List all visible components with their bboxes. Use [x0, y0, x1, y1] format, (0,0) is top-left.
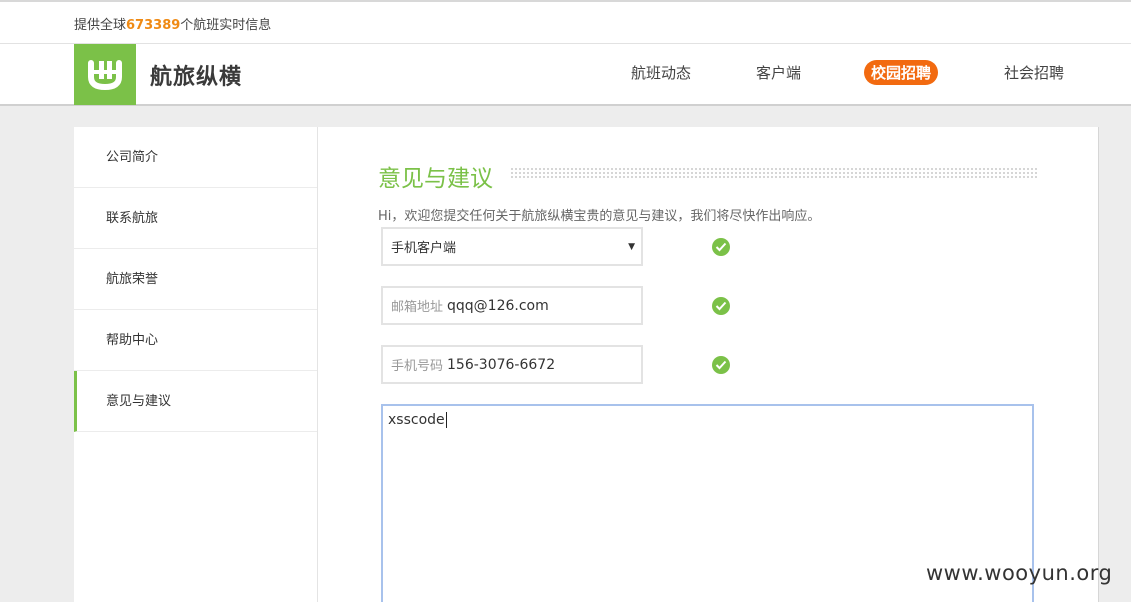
- heading-dotted-rule: [510, 167, 1038, 179]
- content-card: 公司简介 联系航旅 航旅荣誉 帮助中心 意见与建议 意见与建议 Hi，欢迎您提交…: [74, 127, 1099, 602]
- feedback-form: 意见与建议 Hi，欢迎您提交任何关于航旅纵横宝贵的意见与建议，我们将尽快作出响应…: [318, 127, 1098, 602]
- intro-text: Hi，欢迎您提交任何关于航旅纵横宝贵的意见与建议，我们将尽快作出响应。: [378, 209, 821, 224]
- category-select[interactable]: 手机客户端 ▼: [381, 227, 643, 266]
- tagline-suffix: 个航班实时信息: [180, 18, 272, 33]
- main-nav: 航班动态 客户端 校园招聘 社会招聘: [0, 44, 1131, 105]
- watermark: www.wooyun.org: [926, 561, 1113, 585]
- sidebar-item-help[interactable]: 帮助中心: [74, 310, 317, 371]
- heading-row: 意见与建议: [378, 159, 1038, 192]
- nav-flight-status[interactable]: 航班动态: [631, 62, 691, 83]
- flight-count-tagline: 提供全球673389个航班实时信息: [74, 14, 271, 33]
- flight-count: 673389: [126, 18, 181, 33]
- email-field[interactable]: 邮箱地址 qqq@126.com: [381, 286, 643, 325]
- sidebar-item-contact[interactable]: 联系航旅: [74, 188, 317, 249]
- phone-field[interactable]: 手机号码 156-3076-6672: [381, 345, 643, 384]
- nav-campus-recruit[interactable]: 校园招聘: [864, 60, 939, 85]
- email-field-label: 邮箱地址: [391, 300, 444, 315]
- sidebar-item-company-intro[interactable]: 公司简介: [74, 127, 317, 188]
- phone-field-value: 156-3076-6672: [447, 356, 556, 373]
- page-title: 意见与建议: [378, 166, 493, 192]
- tagline-prefix: 提供全球: [74, 18, 127, 33]
- sidebar-item-feedback[interactable]: 意见与建议: [74, 371, 317, 432]
- site-header: 航旅纵横 航班动态 客户端 校园招聘 社会招聘: [0, 44, 1131, 106]
- sidebar-item-honors[interactable]: 航旅荣誉: [74, 249, 317, 310]
- sidebar: 公司简介 联系航旅 航旅荣誉 帮助中心 意见与建议: [74, 127, 318, 602]
- nav-social-recruit[interactable]: 社会招聘: [1004, 62, 1064, 83]
- phone-field-label: 手机号码: [391, 359, 444, 374]
- check-icon: [712, 238, 730, 256]
- text-cursor: [445, 412, 447, 428]
- check-icon: [712, 356, 730, 374]
- category-select-value: 手机客户端: [391, 241, 457, 256]
- top-info-bar: 提供全球673389个航班实时信息: [0, 0, 1131, 44]
- message-text: xsscode: [388, 412, 445, 428]
- email-field-value: qqq@126.com: [447, 297, 549, 314]
- nav-client[interactable]: 客户端: [756, 62, 801, 83]
- dropdown-arrow-icon: ▼: [628, 241, 635, 252]
- check-icon: [712, 297, 730, 315]
